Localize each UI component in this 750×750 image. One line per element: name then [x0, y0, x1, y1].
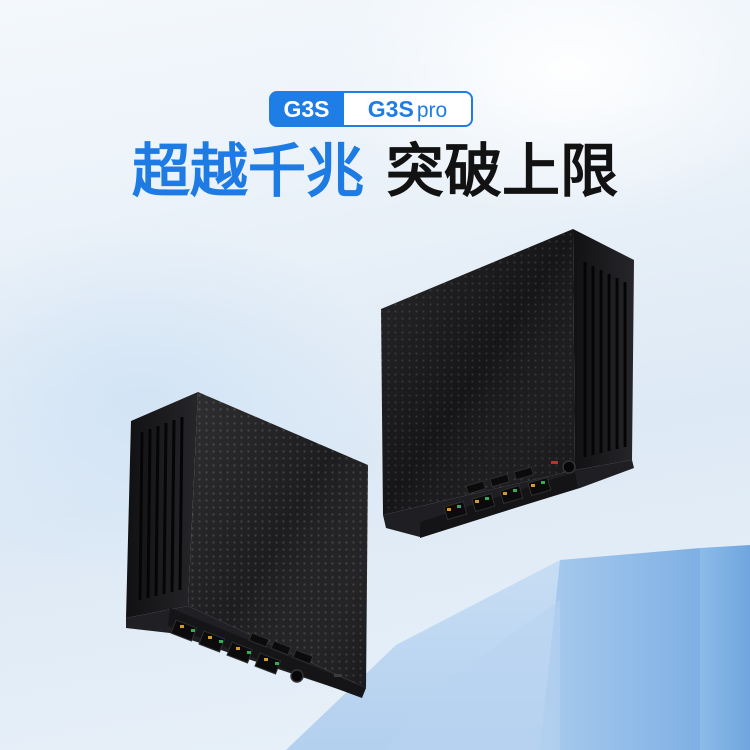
- promo-banner: G3S G3S pro 超越千兆 突破上限: [0, 0, 750, 750]
- model-tab-g3s[interactable]: G3S: [269, 91, 344, 127]
- headline: 超越千兆 突破上限: [0, 136, 750, 206]
- mini-pc-back: [381, 229, 634, 538]
- model-tab-pro-suffix: pro: [416, 99, 448, 122]
- model-tab-g3s-label: G3S: [283, 96, 330, 122]
- model-selector: G3S G3S pro: [269, 91, 473, 127]
- headline-rest: 突破上限: [386, 137, 619, 205]
- model-tab-g3s-pro[interactable]: G3S pro: [344, 91, 473, 127]
- model-tab-g3s-pro-label: G3S: [367, 96, 414, 122]
- headline-highlight: 超越千兆: [131, 137, 364, 205]
- mini-pc-front: [126, 392, 368, 698]
